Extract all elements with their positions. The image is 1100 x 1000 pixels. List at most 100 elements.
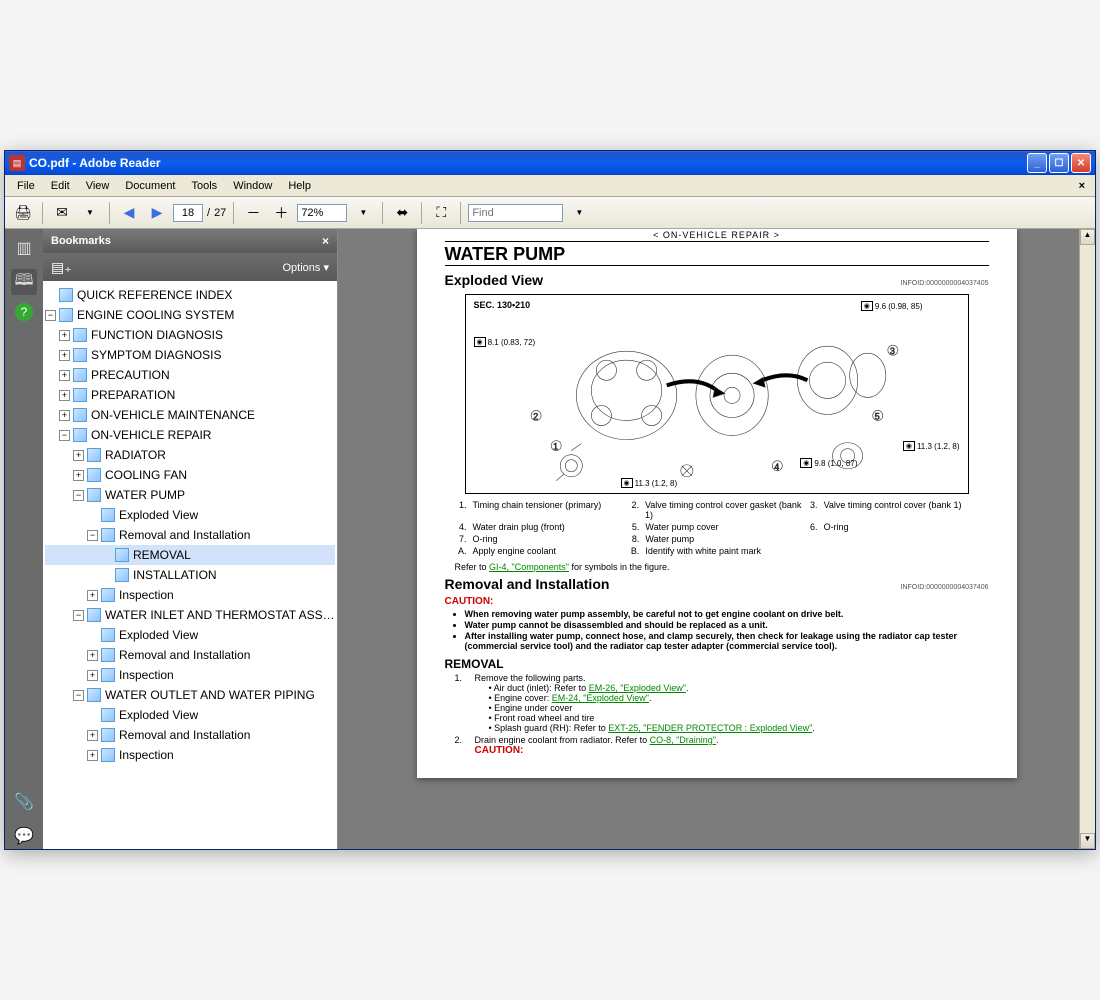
- bookmark-item[interactable]: −Removal and Installation: [45, 525, 335, 545]
- bookmarks-header: Bookmarks ×: [43, 229, 337, 253]
- reference-link[interactable]: EM-24, "Exploded View": [552, 693, 649, 703]
- reference-link[interactable]: EXT-25, "FENDER PROTECTOR : Exploded Vie…: [608, 723, 812, 733]
- bookmark-item[interactable]: +PREPARATION: [45, 385, 335, 405]
- bookmark-item[interactable]: −WATER PUMP: [45, 485, 335, 505]
- scroll-up-button[interactable]: ▲: [1080, 229, 1095, 245]
- bookmark-item[interactable]: −WATER OUTLET AND WATER PIPING: [45, 685, 335, 705]
- menu-help[interactable]: Help: [280, 178, 319, 194]
- expand-icon[interactable]: +: [87, 750, 98, 761]
- bookmark-item[interactable]: +RADIATOR: [45, 445, 335, 465]
- expand-icon[interactable]: +: [59, 410, 70, 421]
- bookmark-item[interactable]: + SYMPTOM DIAGNOSIS: [45, 345, 335, 365]
- fit-page-button[interactable]: ⛶: [429, 201, 453, 225]
- expand-icon[interactable]: +: [73, 450, 84, 461]
- reference-link[interactable]: EM-26, "Exploded View": [589, 683, 686, 693]
- expand-icon[interactable]: +: [59, 350, 70, 361]
- bookmarks-title: Bookmarks: [51, 235, 111, 247]
- bookmark-item[interactable]: Exploded View: [45, 625, 335, 645]
- bookmark-item[interactable]: −WATER INLET AND THERMOSTAT ASSEMBLY: [45, 605, 335, 625]
- bookmark-item[interactable]: REMOVAL: [45, 545, 335, 565]
- bookmark-item[interactable]: Exploded View: [45, 705, 335, 725]
- bookmark-item[interactable]: +ON-VEHICLE MAINTENANCE: [45, 405, 335, 425]
- doc-close-button[interactable]: ×: [1073, 180, 1091, 192]
- expand-icon[interactable]: +: [87, 730, 98, 741]
- menu-file[interactable]: File: [9, 178, 43, 194]
- bookmark-item[interactable]: Exploded View: [45, 505, 335, 525]
- expand-icon[interactable]: +: [59, 370, 70, 381]
- expand-icon[interactable]: −: [73, 490, 84, 501]
- attachment-icon[interactable]: 📎: [11, 789, 37, 815]
- diagram-section-label: SEC. 130•210: [474, 300, 531, 310]
- bookmarks-tree[interactable]: QUICK REFERENCE INDEX−ENGINE COOLING SYS…: [43, 281, 337, 849]
- page-divider: /: [207, 207, 210, 219]
- reference-note: Refer to GI-4, "Components" for symbols …: [455, 562, 979, 572]
- bookmark-item[interactable]: +PRECAUTION: [45, 365, 335, 385]
- fit-width-button[interactable]: ⬌: [390, 201, 414, 225]
- expand-icon[interactable]: −: [59, 430, 70, 441]
- expand-icon[interactable]: +: [73, 470, 84, 481]
- maximize-button[interactable]: ☐: [1049, 153, 1069, 173]
- part-entry: 5.Water pump cover: [627, 522, 805, 532]
- bookmark-item[interactable]: +Inspection: [45, 665, 335, 685]
- menu-document[interactable]: Document: [117, 178, 183, 194]
- expand-icon[interactable]: −: [45, 310, 56, 321]
- dropdown-icon[interactable]: ▼: [567, 201, 591, 225]
- help-icon[interactable]: ?: [15, 303, 33, 321]
- page-number-input[interactable]: [173, 204, 203, 222]
- bookmark-item[interactable]: +Inspection: [45, 585, 335, 605]
- add-bookmark-icon[interactable]: ▤₊: [51, 259, 72, 276]
- menu-window[interactable]: Window: [225, 178, 280, 194]
- titlebar[interactable]: ▤ CO.pdf - Adobe Reader _ ☐ ✕: [5, 151, 1095, 175]
- scroll-down-button[interactable]: ▼: [1080, 833, 1095, 849]
- bookmark-item[interactable]: QUICK REFERENCE INDEX: [45, 285, 335, 305]
- menubar: File Edit View Document Tools Window Hel…: [5, 175, 1095, 197]
- next-page-button[interactable]: ▶: [145, 201, 169, 225]
- bookmark-item[interactable]: INSTALLATION: [45, 565, 335, 585]
- expand-icon[interactable]: +: [59, 330, 70, 341]
- dropdown-icon[interactable]: ▼: [351, 201, 375, 225]
- prev-page-button[interactable]: ◀: [117, 201, 141, 225]
- email-button[interactable]: ✉: [50, 201, 74, 225]
- print-button[interactable]: 🖨: [11, 201, 35, 225]
- zoom-input[interactable]: [297, 204, 347, 222]
- options-dropdown[interactable]: Options ▾: [283, 261, 330, 274]
- expand-icon[interactable]: +: [59, 390, 70, 401]
- menu-view[interactable]: View: [78, 178, 118, 194]
- reference-link[interactable]: CO-8, "Draining": [650, 735, 716, 745]
- page-total: 27: [214, 207, 226, 219]
- document-viewer[interactable]: < ON-VEHICLE REPAIR > WATER PUMP Explode…: [338, 229, 1095, 849]
- zoom-in-button[interactable]: ＋: [269, 201, 293, 225]
- menu-tools[interactable]: Tools: [184, 178, 226, 194]
- bookmark-icon: [101, 668, 115, 682]
- expand-icon[interactable]: +: [87, 650, 98, 661]
- expand-icon[interactable]: −: [73, 610, 84, 621]
- part-entry: 1.Timing chain tensioner (primary): [455, 500, 628, 520]
- close-button[interactable]: ✕: [1071, 153, 1091, 173]
- caution-list: When removing water pump assembly, be ca…: [465, 609, 979, 651]
- expand-icon[interactable]: −: [87, 530, 98, 541]
- minimize-button[interactable]: _: [1027, 153, 1047, 173]
- scrollbar[interactable]: ▲ ▼: [1079, 229, 1095, 849]
- zoom-out-button[interactable]: －: [241, 201, 265, 225]
- comment-icon[interactable]: 💬: [11, 823, 37, 849]
- dropdown-icon[interactable]: ▼: [78, 201, 102, 225]
- bookmark-item[interactable]: +Inspection: [45, 745, 335, 765]
- pages-icon[interactable]: ▥: [11, 235, 37, 261]
- bookmark-item[interactable]: +COOLING FAN: [45, 465, 335, 485]
- bookmark-item[interactable]: −ENGINE COOLING SYSTEM: [45, 305, 335, 325]
- bookmark-item[interactable]: −ON-VEHICLE REPAIR: [45, 425, 335, 445]
- expand-icon[interactable]: +: [87, 670, 98, 681]
- bookmark-label: INSTALLATION: [133, 566, 217, 584]
- expand-icon[interactable]: +: [87, 590, 98, 601]
- reference-link[interactable]: GI-4, "Components": [489, 562, 569, 572]
- bookmark-item[interactable]: +Removal and Installation: [45, 725, 335, 745]
- page-title: WATER PUMP: [445, 244, 989, 266]
- bookmark-item[interactable]: +Removal and Installation: [45, 645, 335, 665]
- bookmarks-icon[interactable]: 🕮: [11, 269, 37, 295]
- expand-icon[interactable]: −: [73, 690, 84, 701]
- bookmark-item[interactable]: +FUNCTION DIAGNOSIS: [45, 325, 335, 345]
- close-panel-button[interactable]: ×: [322, 234, 329, 248]
- find-input[interactable]: [468, 204, 563, 222]
- bookmark-label: SYMPTOM DIAGNOSIS: [91, 346, 221, 364]
- menu-edit[interactable]: Edit: [43, 178, 78, 194]
